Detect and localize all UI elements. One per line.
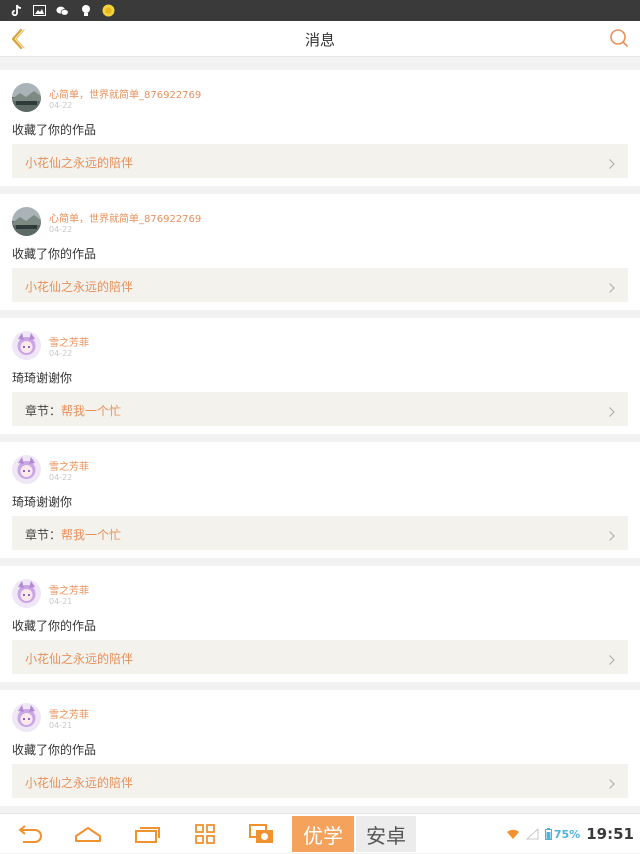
username[interactable]: 心简单，世界就简单_876922769 (49, 210, 201, 225)
message-date: 04-22 (49, 349, 73, 358)
chapter-link[interactable]: 章节：帮我一个忙 (12, 516, 628, 550)
message-card: 雪之芳菲 04-22 琦琦谢谢你 章节：帮我一个忙 (0, 318, 640, 434)
message-text: 收藏了你的作品 (12, 123, 97, 137)
link-text: 小花仙之永远的陪伴 (25, 280, 134, 294)
message-text: 琦琦谢谢你 (12, 371, 73, 385)
battery-percent: 75% (553, 827, 581, 841)
signal-icon (525, 825, 539, 844)
message-text: 收藏了你的作品 (12, 743, 97, 757)
link-text: 小花仙之永远的陪伴 (25, 776, 134, 790)
username[interactable]: 雪之芳菲 (49, 458, 89, 473)
username[interactable]: 雪之芳菲 (49, 334, 89, 349)
message-date: 04-21 (49, 721, 73, 730)
message-date: 04-21 (49, 597, 73, 606)
wechat-icon (56, 4, 69, 17)
chapter-link[interactable]: 章节：帮我一个忙 (12, 392, 628, 426)
message-text: 收藏了你的作品 (12, 619, 97, 633)
avatar[interactable] (12, 331, 41, 360)
avatar[interactable] (12, 703, 41, 732)
message-text: 收藏了你的作品 (12, 247, 97, 261)
anzhuo-button[interactable]: 安卓 (356, 816, 416, 852)
work-link[interactable]: 小花仙之永远的陪伴 (12, 144, 628, 178)
message-date: 04-22 (49, 101, 73, 110)
link-prefix: 章节： (25, 404, 62, 418)
chevron-right-icon (608, 403, 616, 417)
avatar[interactable] (12, 83, 41, 112)
username[interactable]: 心简单，世界就简单_876922769 (49, 86, 201, 101)
chevron-right-icon (608, 527, 616, 541)
avatar[interactable] (12, 455, 41, 484)
link-text: 帮我一个忙 (61, 528, 122, 542)
link-text: 小花仙之永远的陪伴 (25, 652, 134, 666)
chevron-right-icon (608, 279, 616, 293)
message-card: 雪之芳菲 04-22 琦琦谢谢你 章节：帮我一个忙 (0, 442, 640, 558)
page-title: 消息 (304, 31, 335, 49)
message-card: 雪之芳菲 04-21 收藏了你的作品 小花仙之永远的陪伴 (0, 690, 640, 806)
link-text: 帮我一个忙 (61, 404, 122, 418)
coin-icon (102, 4, 115, 17)
message-date: 04-22 (49, 473, 73, 482)
status-bar (0, 0, 640, 21)
system-navbar: 优学 安卓 75% 19:51 (0, 813, 640, 853)
tiktok-icon (10, 4, 23, 17)
link-text: 小花仙之永远的陪伴 (25, 156, 134, 170)
battery-status: 75% (544, 825, 581, 844)
system-status: 75% 19:51 (506, 814, 634, 854)
username[interactable]: 雪之芳菲 (49, 582, 89, 597)
message-date: 04-22 (49, 225, 73, 234)
message-card: 雪之芳菲 04-21 收藏了你的作品 小花仙之永远的陪伴 (0, 566, 640, 682)
image-icon (33, 4, 46, 17)
recent-apps-icon[interactable] (128, 814, 166, 854)
avatar[interactable] (12, 579, 41, 608)
link-prefix: 章节： (25, 528, 62, 542)
chevron-right-icon (608, 155, 616, 169)
clock: 19:51 (586, 825, 634, 843)
work-link[interactable]: 小花仙之永远的陪伴 (12, 268, 628, 302)
lightbulb-icon (79, 4, 92, 17)
work-link[interactable]: 小花仙之永远的陪伴 (12, 764, 628, 798)
screenshot-icon[interactable] (244, 814, 278, 854)
message-card: 心简单，世界就简单_876922769 04-22 收藏了你的作品 小花仙之永远… (0, 194, 640, 310)
home-icon[interactable] (68, 814, 108, 854)
youxue-button[interactable]: 优学 (292, 816, 354, 852)
avatar[interactable] (12, 207, 41, 236)
header: 消息 (0, 21, 640, 57)
nav-back-icon[interactable] (10, 814, 48, 854)
message-text: 琦琦谢谢你 (12, 495, 73, 509)
chevron-right-icon (608, 651, 616, 665)
battery-icon (544, 825, 552, 844)
work-link[interactable]: 小花仙之永远的陪伴 (12, 640, 628, 674)
username[interactable]: 雪之芳菲 (49, 706, 89, 721)
search-icon[interactable] (608, 27, 630, 49)
wifi-icon (506, 825, 520, 844)
message-card: 心简单，世界就简单_876922769 04-22 收藏了你的作品 小花仙之永远… (0, 70, 640, 186)
grid-icon[interactable] (188, 814, 222, 854)
chevron-right-icon (608, 775, 616, 789)
